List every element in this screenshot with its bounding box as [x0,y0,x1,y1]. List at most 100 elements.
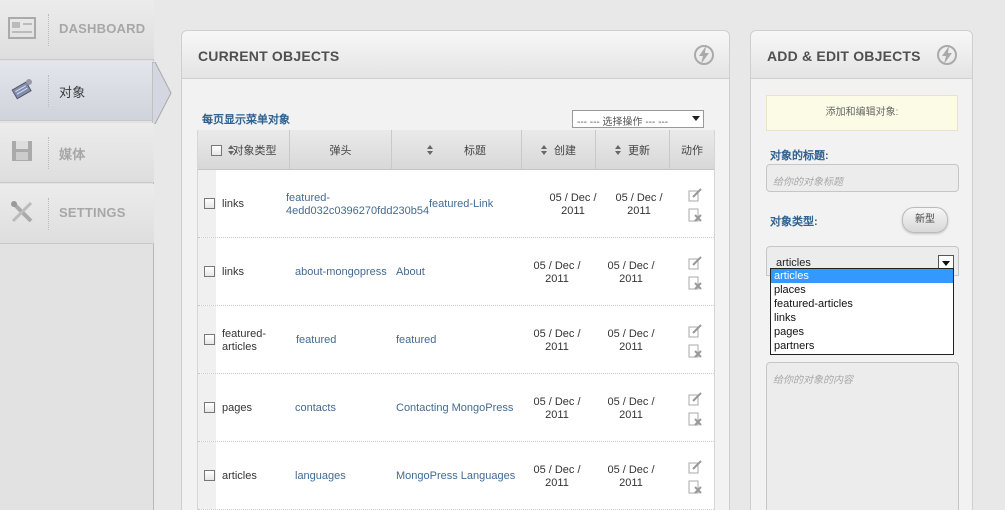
add-edit-header: ADD & EDIT OBJECTS [751,31,972,79]
col-updated[interactable]: 更新 [596,130,670,170]
row-slug[interactable]: contacts [295,402,336,415]
per-page-label[interactable]: 每页显示菜单对象 [202,111,290,127]
title-input[interactable]: 给你的对象标题 [766,164,959,192]
row-type: featured- articles [222,328,267,353]
row-actions [688,392,704,432]
sort-icon [427,145,434,155]
delete-icon[interactable] [688,276,702,290]
col-actions: 动作 [681,145,703,157]
info-note: 添加和编辑对象: [766,95,958,131]
row-slug[interactable]: about-mongopress [295,266,387,279]
row-checkbox[interactable] [204,402,215,413]
col-created[interactable]: 创建 [522,130,596,170]
nav-label-dashboard: DASHBOARD [59,21,146,36]
row-title[interactable]: MongoPress Languages [396,470,515,483]
sort-icon [541,145,548,155]
table-row: links about-mongopress About 05 / Dec / … [198,238,714,306]
edit-icon[interactable] [688,392,702,406]
row-actions [688,256,704,296]
delete-icon[interactable] [688,480,702,494]
row-updated: 05 / Dec / 2011 [607,260,655,285]
row-actions [688,188,704,228]
row-type: links [222,266,245,278]
row-checkbox[interactable] [204,470,215,481]
sort-icon [227,145,235,155]
row-updated: 05 / Dec / 2011 [607,464,655,489]
new-type-button[interactable]: 新型 [902,207,948,233]
nav-item-media[interactable]: 媒体 [0,123,154,183]
row-title[interactable]: Contacting MongoPress [396,402,513,415]
zap-icon[interactable] [693,44,715,66]
row-updated: 05 / Dec / 2011 [607,328,655,353]
table-row: featured- articles featured featured 05 … [198,306,714,374]
edit-icon[interactable] [688,188,702,202]
row-updated: 05 / Dec / 2011 [607,396,655,421]
nav-label-settings: SETTINGS [59,205,126,220]
delete-icon[interactable] [688,344,702,358]
nav-label-media: 媒体 [59,147,86,162]
objects-table: 对象类型 弹头 标题 创建 更新 动作 links featured- 4edd… [197,130,715,510]
sort-icon [615,145,622,155]
title-label: 对象的标题: [770,150,829,162]
row-title[interactable]: About [396,266,425,279]
chevron-down-icon [692,116,700,121]
edit-icon[interactable] [688,460,702,474]
row-title[interactable]: featured [396,334,436,347]
col-title[interactable]: 标题 [392,130,522,170]
col-type[interactable]: 对象类型 [198,130,290,170]
row-slug[interactable]: featured- 4edd032c0396270fdd230b54 [286,192,429,218]
row-type: pages [222,402,252,414]
row-actions [688,324,704,364]
row-type: articles [222,470,257,482]
row-actions [688,460,704,500]
row-slug[interactable]: featured [296,334,336,347]
content-textarea[interactable]: 给你的对象的内容 [766,362,959,510]
row-created: 05 / Dec / 2011 [533,396,581,421]
row-updated: 05 / Dec / 2011 [615,192,663,217]
type-dropdown-list: articles places featured-articles links … [770,268,954,355]
table-row: pages contacts Contacting MongoPress 05 … [198,374,714,442]
row-checkbox[interactable] [204,334,215,345]
table-header: 对象类型 弹头 标题 创建 更新 动作 [198,130,714,170]
active-nav-pointer [152,62,172,124]
table-row: links featured- 4edd032c0396270fdd230b54… [198,170,714,238]
edit-icon[interactable] [688,256,702,270]
type-label: 对象类型: [770,216,818,228]
dropdown-option[interactable]: articles [771,269,953,283]
nav-item-objects[interactable]: 对象 [0,61,155,121]
settings-icon [8,198,36,226]
sidebar: DASHBOARD 对象 媒体 SETTINGS [0,0,172,510]
panel-title: ADD & EDIT OBJECTS [767,48,921,64]
row-slug[interactable]: languages [295,470,346,483]
nav-item-dashboard[interactable]: DASHBOARD [0,0,154,60]
row-title[interactable]: featured-Link [429,198,493,211]
row-checkbox[interactable] [204,198,215,209]
current-objects-panel: CURRENT OBJECTS 每页显示菜单对象 --- --- 选择操作 --… [181,30,730,510]
dropdown-option[interactable]: partners [771,339,953,353]
nav-item-settings[interactable]: SETTINGS [0,184,154,244]
title-placeholder: 给你的对象标题 [773,177,843,188]
content-placeholder: 给你的对象的内容 [773,375,853,386]
bulk-action-value: --- --- 选择操作 --- --- [577,117,669,128]
dropdown-option[interactable]: places [771,283,953,297]
dropdown-option[interactable]: pages [771,325,953,339]
dropdown-option[interactable]: links [771,311,953,325]
bulk-action-select[interactable]: --- --- 选择操作 --- --- [572,110,704,128]
delete-icon[interactable] [688,208,702,222]
row-created: 05 / Dec / 2011 [533,464,581,489]
row-type: links [222,198,245,210]
current-objects-header: CURRENT OBJECTS [182,31,729,79]
zap-icon[interactable] [936,44,958,66]
col-slug[interactable]: 弹头 [290,130,392,170]
row-created: 05 / Dec / 2011 [533,260,581,285]
row-created: 05 / Dec / 2011 [533,328,581,353]
objects-icon [8,75,36,103]
table-row: articles languages MongoPress Languages … [198,442,714,510]
delete-icon[interactable] [688,412,702,426]
edit-icon[interactable] [688,324,702,338]
row-checkbox[interactable] [204,266,215,277]
row-created: 05 / Dec / 2011 [549,192,597,217]
dropdown-option[interactable]: featured-articles [771,297,953,311]
select-all-checkbox[interactable] [210,144,222,156]
nav-label-objects: 对象 [59,85,86,100]
